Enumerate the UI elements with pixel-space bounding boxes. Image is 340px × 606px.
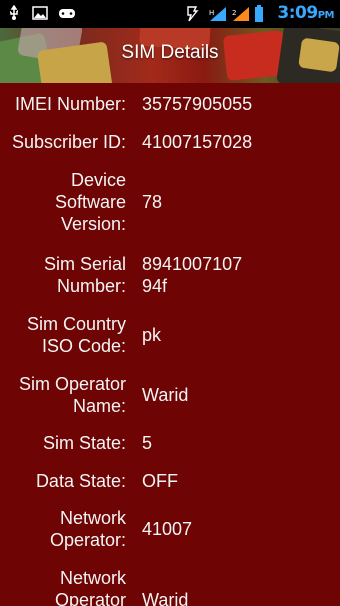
- detail-label: IMEI Number:: [14, 94, 126, 114]
- detail-value: Warid: [142, 385, 189, 405]
- svg-text:2: 2: [232, 9, 236, 17]
- detail-label: Network Operator:: [49, 508, 126, 550]
- detail-value: 8941007107 94f: [142, 254, 243, 296]
- battery-icon: [254, 5, 270, 22]
- signal-icon: 2: [231, 5, 250, 21]
- detail-value: pk: [142, 325, 162, 345]
- detail-label: Sim Operator Name:: [18, 374, 126, 416]
- detail-row: Device Software Version: 78: [0, 169, 162, 235]
- usb-icon: [6, 4, 22, 21]
- gamepad-icon: [58, 5, 75, 21]
- nfc-icon: [185, 5, 201, 22]
- detail-label: Network Operator Name:: [54, 568, 126, 606]
- detail-value: 35757905055: [142, 94, 253, 114]
- detail-row: Data State: OFF: [0, 470, 178, 492]
- status-bar-right: H 2 3:09PM: [185, 3, 335, 23]
- status-bar: H 2 3:09PM: [0, 0, 340, 28]
- detail-value: Warid: [142, 590, 189, 606]
- detail-row: Sim Country ISO Code: pk: [0, 313, 161, 357]
- detail-label: Data State:: [35, 471, 126, 491]
- detail-value: 41007: [142, 519, 193, 539]
- detail-row: Subscriber ID: 41007157028: [0, 131, 252, 153]
- svg-text:H: H: [209, 9, 214, 17]
- header: SIM Details: [0, 28, 340, 83]
- page-title: SIM Details: [121, 42, 219, 63]
- detail-label: Sim Country ISO Code:: [26, 314, 126, 356]
- detail-row: Network Operator: 41007: [0, 507, 192, 551]
- detail-label: Subscriber ID:: [11, 132, 126, 152]
- detail-row: Sim Operator Name: Warid: [0, 373, 188, 417]
- details-list: IMEI Number: 35757905055 Subscriber ID: …: [0, 83, 340, 606]
- detail-value: 5: [142, 433, 153, 453]
- detail-row: IMEI Number: 35757905055: [0, 93, 252, 115]
- detail-row: Sim Serial Number: 8941007107 94f: [0, 253, 272, 297]
- detail-value: 78: [142, 192, 163, 212]
- detail-value: 41007157028: [142, 132, 253, 152]
- detail-row: Sim State: 5: [0, 432, 152, 454]
- detail-value: OFF: [142, 471, 178, 491]
- signal-icon: H: [208, 5, 227, 21]
- detail-label: Sim State:: [42, 433, 126, 453]
- status-bar-left: [6, 4, 75, 21]
- detail-label: Device Software Version:: [54, 170, 126, 234]
- detail-row: Network Operator Name: Warid: [0, 567, 188, 606]
- detail-label: Sim Serial Number:: [43, 254, 126, 296]
- status-time: 3:09PM: [277, 3, 334, 23]
- image-icon: [32, 5, 48, 21]
